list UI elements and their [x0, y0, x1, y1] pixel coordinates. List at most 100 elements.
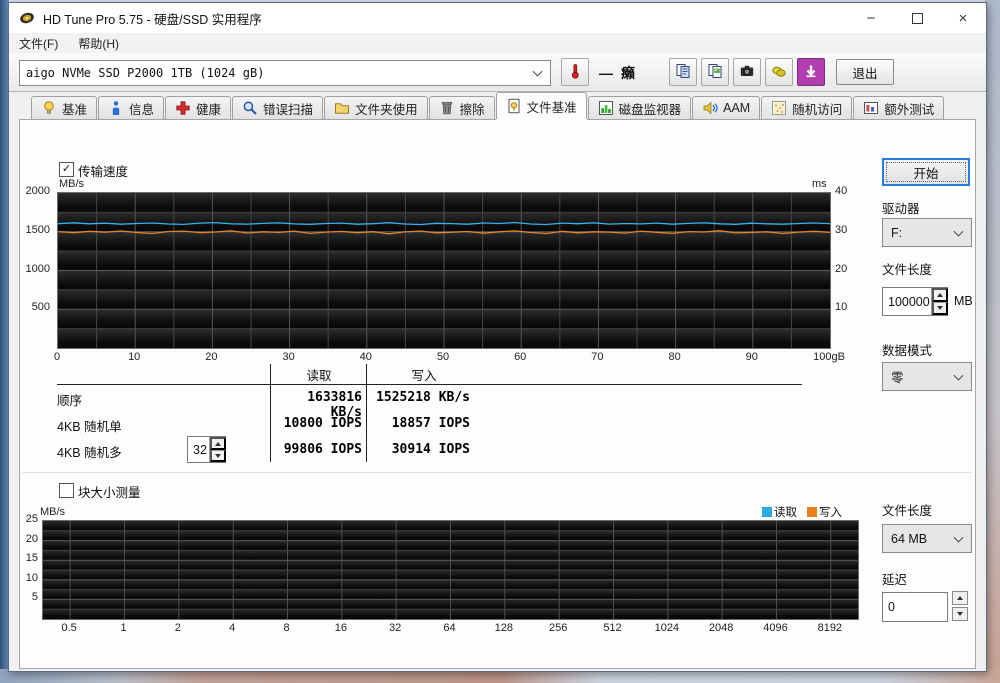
results-header-write: 写入 — [411, 369, 437, 383]
start-button[interactable]: 开始 — [882, 158, 970, 186]
spin-up-button[interactable] — [210, 437, 226, 450]
file-benchmark-panel: ✓ 传输速度 MB/s ms 开始 驱动器 F: 文件长度 100000 MB … — [19, 119, 976, 669]
section-divider — [22, 472, 972, 473]
latency-spin-up-button[interactable] — [952, 591, 968, 605]
block-size-label: 块大小测量 — [78, 486, 141, 500]
chevron-down-icon — [532, 66, 543, 77]
arrow-down-icon — [957, 612, 963, 616]
row-label-4kb-random-single: 4KB 随机单 — [57, 420, 122, 434]
arrow-down-icon — [215, 453, 221, 458]
tab-health[interactable]: 健康 — [165, 96, 232, 119]
tab-label: 磁盘监视器 — [618, 102, 682, 117]
temperature-readout: — 癞 — [599, 63, 635, 83]
x-axis-tick: 4 — [229, 622, 236, 634]
random-single-write-value: 18857 IOPS — [391, 416, 470, 431]
minimize-icon: − — [866, 9, 876, 27]
desktop-right-strip — [985, 0, 1000, 683]
minimize-button[interactable]: − — [848, 3, 894, 33]
tab-aam[interactable]: AAM — [692, 96, 761, 119]
y-axis-tick: 1500 — [25, 223, 50, 236]
tab-label: 擦除 — [459, 102, 485, 117]
tab-label: 信息 — [129, 102, 155, 117]
random-multi-write-value: 30914 IOPS — [391, 442, 470, 457]
data-mode-combo[interactable]: 零 — [882, 362, 972, 391]
queue-depth-input[interactable]: 32 — [187, 436, 226, 463]
x-axis-tick: 128 — [494, 622, 513, 634]
legend-item: 写入 — [807, 504, 842, 520]
maximize-button[interactable] — [894, 3, 940, 33]
menu-item-help[interactable]: 帮助(H) — [68, 33, 129, 53]
table-divider — [270, 364, 271, 462]
legend-swatch — [807, 507, 817, 517]
tab-label: 文件基准 — [526, 100, 577, 115]
close-button[interactable]: × — [940, 3, 986, 33]
tab-extra-tests[interactable]: 额外测试 — [853, 96, 945, 119]
y-axis-tick: 1000 — [25, 262, 50, 275]
chart2-y-unit: MB/s — [40, 506, 66, 518]
latency-spin-down-button[interactable] — [952, 607, 968, 621]
drive-combo[interactable]: F: — [882, 218, 972, 247]
tab-error-scan[interactable]: 错误扫描 — [232, 96, 324, 119]
random-single-read-value: 10800 IOPS — [283, 416, 362, 431]
tab-label: 额外测试 — [884, 102, 935, 117]
arrow-up-icon — [957, 596, 963, 600]
toolbar: aigo NVMe SSD P2000 1TB (1024 gB) — 癞 退出 — [9, 53, 986, 92]
menu-bar: 文件(F) 帮助(H) — [9, 33, 986, 54]
erase-icon — [439, 100, 455, 116]
exit-button[interactable]: 退出 — [836, 59, 894, 85]
tab-label: 基准 — [62, 102, 88, 117]
chart1-y2-unit: ms — [812, 178, 827, 190]
desktop-background: HD Tune Pro 5.75 - 硬盘/SSD 实用程序 − × 文件(F)… — [0, 0, 1000, 683]
x-axis-tick: 80 — [668, 351, 681, 363]
folder-usage-icon — [334, 100, 350, 116]
drive-select[interactable]: aigo NVMe SSD P2000 1TB (1024 gB) — [19, 60, 551, 86]
spin-down-button[interactable] — [210, 450, 226, 462]
chevron-down-icon — [953, 226, 964, 237]
x-axis-tick: 30 — [282, 351, 295, 363]
x-axis-tick: 32 — [389, 622, 402, 634]
tab-erase[interactable]: 擦除 — [428, 96, 495, 119]
hd-tune-logo-icon — [19, 10, 35, 26]
tab-random-access[interactable]: 随机访问 — [761, 96, 853, 119]
save-button[interactable] — [765, 58, 793, 86]
temperature-button[interactable] — [561, 58, 589, 86]
tab-disk-monitor[interactable]: 磁盘监视器 — [587, 96, 692, 119]
copy-image-button[interactable] — [701, 58, 729, 86]
screenshot-button[interactable] — [733, 58, 761, 86]
spin-up-button[interactable] — [932, 288, 948, 302]
arrow-up-icon — [215, 441, 221, 446]
sequential-write-value: 1525218 KB/s — [376, 390, 470, 405]
x-axis-tick: 512 — [603, 622, 622, 634]
legend-item: 读取 — [762, 504, 797, 520]
transfer-speed-checkbox[interactable]: ✓ — [59, 162, 74, 177]
x-axis-tick: 20 — [205, 351, 218, 363]
transfer-speed-chart — [57, 192, 831, 349]
block-size-checkbox[interactable] — [59, 483, 74, 498]
latency-input[interactable]: 0 — [882, 592, 948, 622]
tab-file-benchmark[interactable]: 文件基准 — [495, 92, 587, 119]
transfer-speed-label: 传输速度 — [78, 165, 129, 179]
x-axis-tick: 0 — [53, 351, 61, 363]
y2-axis-tick: 20 — [835, 262, 848, 275]
legend-swatch — [762, 507, 772, 517]
y-axis-tick: 25 — [25, 513, 38, 525]
y-axis-tick: 5 — [31, 591, 38, 604]
y2-axis-tick: 10 — [835, 301, 848, 314]
file-length-label: 文件长度 — [882, 263, 933, 277]
menu-item-file[interactable]: 文件(F) — [9, 33, 68, 53]
chart1-y-unit: MB/s — [59, 178, 85, 190]
file-length2-combo[interactable]: 64 MB — [882, 524, 972, 553]
download-icon — [803, 63, 819, 82]
x-axis-tick: 1 — [120, 622, 127, 634]
tab-benchmark[interactable]: 基准 — [31, 96, 98, 119]
file-length-input[interactable]: 100000 — [882, 287, 948, 316]
download-button[interactable] — [797, 58, 825, 86]
tab-folder-usage[interactable]: 文件夹使用 — [324, 96, 428, 119]
tab-info[interactable]: 信息 — [98, 96, 165, 119]
copy-text-button[interactable] — [669, 58, 697, 86]
spin-down-button[interactable] — [932, 302, 948, 315]
x-axis-tick: 40 — [359, 351, 372, 363]
temperature-unit: 癞 — [621, 65, 635, 81]
info-icon — [108, 100, 124, 116]
camera-icon — [739, 63, 755, 82]
